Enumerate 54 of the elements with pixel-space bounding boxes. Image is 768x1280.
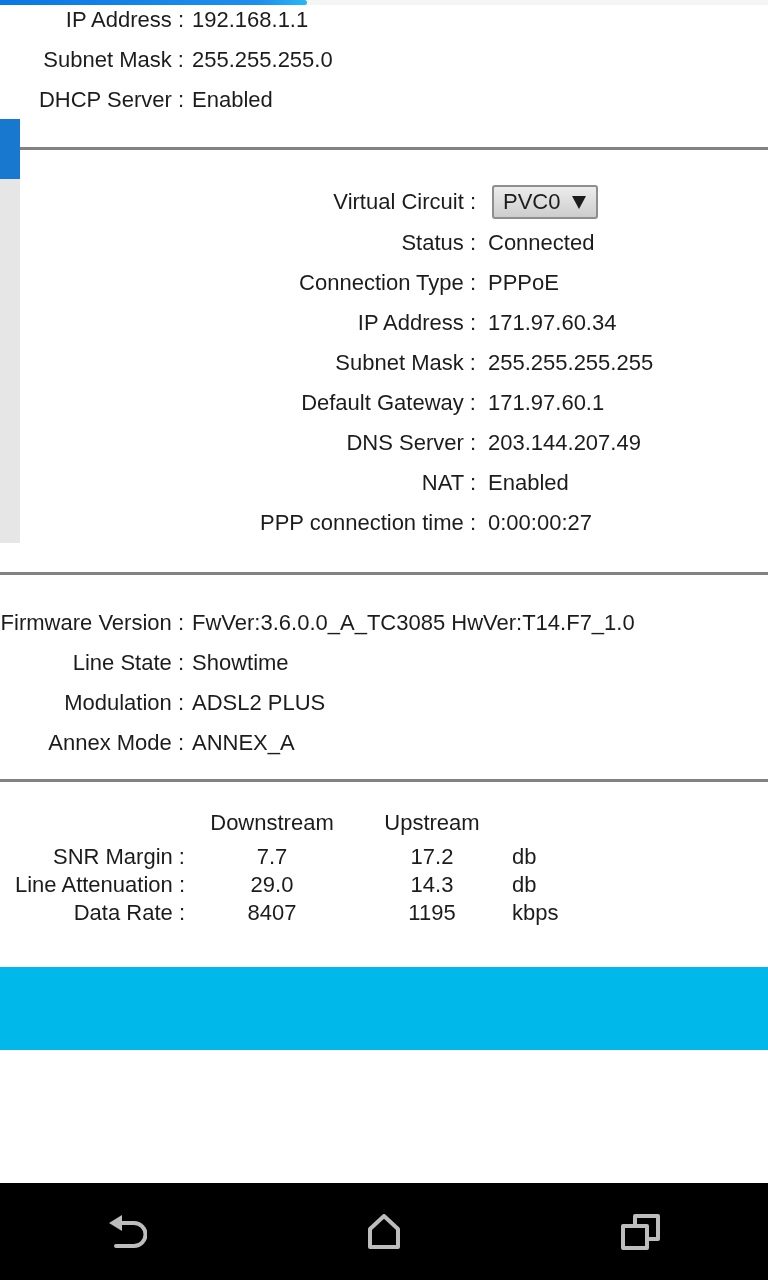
field-label: Modulation : bbox=[64, 690, 184, 716]
field-value: 0:00:00:27 bbox=[488, 510, 592, 536]
stat-label: Line Attenuation : bbox=[14, 872, 185, 898]
unit-label: db bbox=[512, 844, 537, 870]
field-value: Enabled bbox=[488, 470, 569, 496]
field-value: 203.144.207.49 bbox=[488, 430, 641, 456]
back-button[interactable] bbox=[109, 1214, 147, 1249]
home-button[interactable] bbox=[368, 1214, 400, 1249]
stat-label: SNR Margin : bbox=[52, 844, 185, 870]
field-label: Annex Mode : bbox=[48, 730, 184, 756]
unit-label: db bbox=[512, 872, 537, 898]
downstream-value: 29.0 bbox=[250, 872, 294, 898]
downstream-value: 7.7 bbox=[256, 844, 288, 870]
field-value: 192.168.1.1 bbox=[192, 7, 309, 33]
column-header: Upstream bbox=[384, 810, 480, 836]
field-label: PPP connection time : bbox=[259, 510, 476, 536]
field-label: Subnet Mask : bbox=[335, 350, 476, 376]
home-icon bbox=[368, 1214, 400, 1249]
field-value: ADSL2 PLUS bbox=[192, 690, 326, 716]
field-label: Subnet Mask : bbox=[43, 47, 184, 73]
field-value: 255.255.255.255 bbox=[488, 350, 654, 376]
unit-label: kbps bbox=[512, 900, 559, 926]
field-value: 171.97.60.34 bbox=[488, 310, 617, 336]
field-label: IP Address : bbox=[357, 310, 476, 336]
field-value: Enabled bbox=[192, 87, 273, 113]
caret-icon bbox=[572, 195, 586, 209]
field-label: Firmware Version : bbox=[0, 610, 184, 636]
upstream-value: 14.3 bbox=[410, 872, 454, 898]
column-header: Downstream bbox=[210, 810, 334, 836]
recents-icon bbox=[620, 1213, 660, 1250]
field-label: DHCP Server : bbox=[38, 87, 184, 113]
field-value: ANNEX_A bbox=[192, 730, 295, 756]
field-label: NAT : bbox=[421, 470, 476, 496]
downstream-value: 8407 bbox=[247, 900, 297, 926]
field-value: 171.97.60.1 bbox=[488, 390, 605, 416]
side-menu-handle[interactable] bbox=[0, 119, 20, 179]
field-value: Connected bbox=[488, 230, 595, 256]
field-label: IP Address : bbox=[65, 7, 184, 33]
field-label: Status : bbox=[401, 230, 476, 256]
field-label: DNS Server : bbox=[346, 430, 476, 456]
field-value: FwVer:3.6.0.0_A_TC3085 HwVer:T14.F7_1.0 bbox=[192, 610, 635, 636]
back-icon bbox=[109, 1214, 147, 1249]
recents-button[interactable] bbox=[620, 1213, 660, 1250]
upstream-value: 17.2 bbox=[410, 844, 454, 870]
field-label: Line State : bbox=[72, 650, 184, 676]
field-value: Showtime bbox=[192, 650, 289, 676]
field-label: Virtual Circuit : bbox=[333, 189, 476, 215]
stat-label: Data Rate : bbox=[73, 900, 185, 926]
field-value: PPPoE bbox=[488, 270, 559, 296]
upstream-value: 1195 bbox=[408, 900, 456, 926]
virtual-circuit-dropdown[interactable]: PVC0 bbox=[492, 185, 598, 219]
field-value: 255.255.255.0 bbox=[192, 47, 333, 73]
field-label: Default Gateway : bbox=[301, 390, 476, 416]
field-label: Connection Type : bbox=[299, 270, 476, 296]
